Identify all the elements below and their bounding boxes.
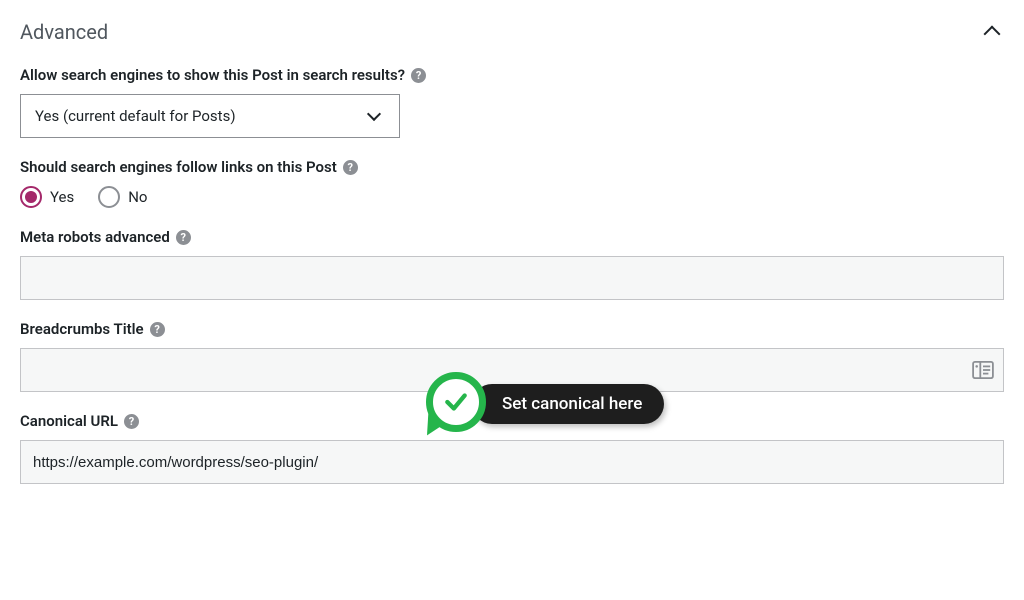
breadcrumbs-label-text: Breadcrumbs Title [20, 320, 144, 338]
radio-icon [98, 186, 120, 208]
canonical-input-wrapper [20, 440, 1004, 484]
meta-robots-label-text: Meta robots advanced [20, 228, 170, 246]
meta-robots-input[interactable] [20, 256, 1004, 300]
help-icon[interactable]: ? [124, 414, 139, 429]
follow-links-label: Should search engines follow links on th… [20, 158, 1004, 176]
help-icon[interactable]: ? [176, 230, 191, 245]
radio-label-no: No [128, 188, 147, 206]
chevron-up-icon[interactable] [986, 23, 1004, 41]
allow-index-group: Allow search engines to show this Post i… [20, 66, 1004, 138]
help-icon[interactable]: ? [343, 160, 358, 175]
check-circle-icon [426, 372, 486, 432]
follow-links-radios: Yes No [20, 186, 1004, 208]
breadcrumbs-label: Breadcrumbs Title ? [20, 320, 1004, 338]
allow-index-select[interactable]: Yes (current default for Posts) [20, 94, 400, 138]
meta-robots-label: Meta robots advanced ? [20, 228, 1004, 246]
help-icon[interactable]: ? [150, 322, 165, 337]
allow-index-label-text: Allow search engines to show this Post i… [20, 66, 405, 84]
allow-index-selected: Yes (current default for Posts) [35, 107, 236, 125]
follow-links-radio-no[interactable]: No [98, 186, 147, 208]
canonical-label-text: Canonical URL [20, 412, 118, 430]
meta-robots-input-wrapper [20, 256, 1004, 300]
allow-index-label: Allow search engines to show this Post i… [20, 66, 1004, 84]
chevron-down-icon [367, 107, 381, 121]
follow-links-radio-yes[interactable]: Yes [20, 186, 74, 208]
follow-links-label-text: Should search engines follow links on th… [20, 158, 337, 176]
callout-badge [426, 372, 490, 436]
insert-variable-icon[interactable] [972, 361, 994, 379]
section-title: Advanced [20, 20, 108, 44]
radio-label-yes: Yes [50, 188, 74, 206]
radio-icon [20, 186, 42, 208]
callout-annotation: Set canonical here [426, 372, 664, 436]
meta-robots-group: Meta robots advanced ? [20, 228, 1004, 300]
help-icon[interactable]: ? [411, 68, 426, 83]
follow-links-group: Should search engines follow links on th… [20, 158, 1004, 208]
callout-text: Set canonical here [472, 384, 664, 424]
canonical-url-input[interactable] [20, 440, 1004, 484]
canonical-group: Set canonical here Canonical URL ? [20, 412, 1004, 484]
section-header[interactable]: Advanced [20, 20, 1004, 44]
